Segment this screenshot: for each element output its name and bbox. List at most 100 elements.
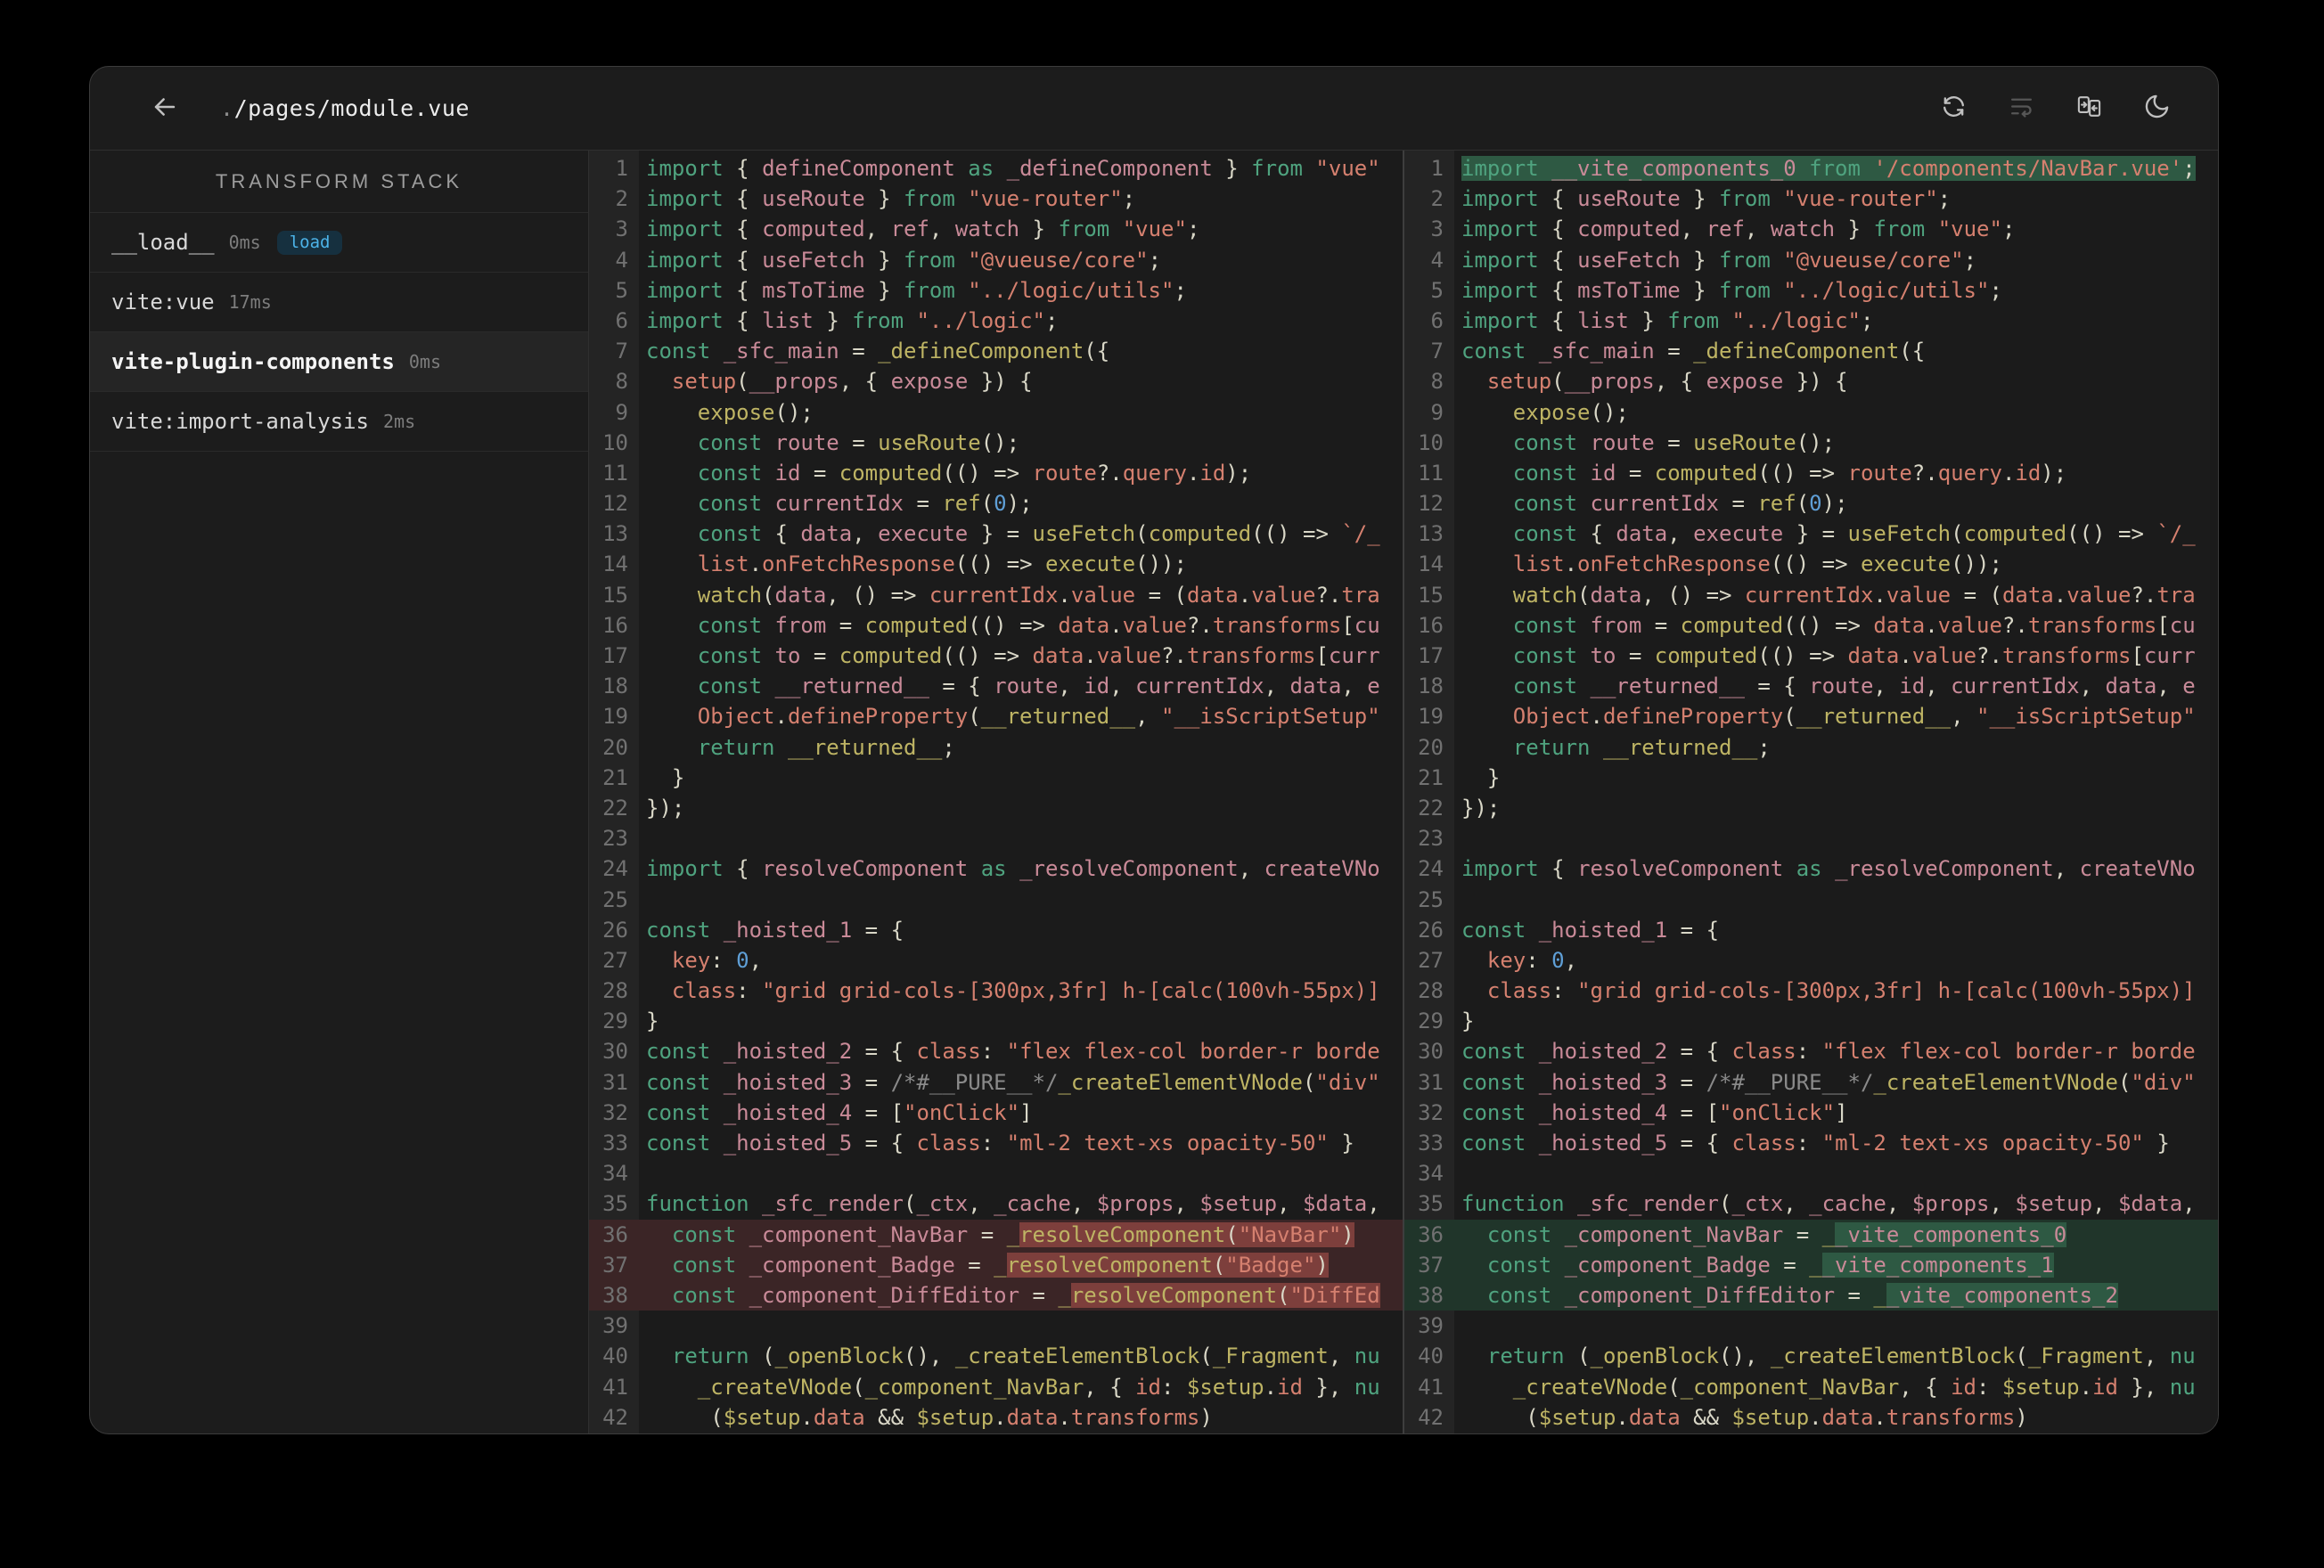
code-text: const route = useRoute(); [1512, 429, 1836, 455]
line-number: 23 [602, 826, 628, 852]
code-line: 11 const id = computed(() => route?.quer… [589, 458, 1403, 488]
line-wrap-button[interactable] [2006, 94, 2036, 124]
code-line: 29} [1404, 1006, 2218, 1036]
code-line: 39 [589, 1311, 1403, 1341]
line-wrap-icon [2008, 93, 2035, 124]
code-line: 18 const __returned__ = { route, id, cur… [1404, 671, 2218, 701]
code-line: 32 const _hoisted_4 = ["onClick"] [589, 1098, 1403, 1128]
line-number: 25 [602, 886, 628, 912]
code-text: import { useRoute } from "vue-router"; [1461, 186, 1952, 212]
sidebar-item-vite-plugin-components[interactable]: vite-plugin-components 0ms [90, 332, 588, 392]
line-number: 13 [602, 521, 628, 547]
line-number: 35 [602, 1191, 628, 1217]
line-number: 3 [615, 216, 628, 242]
dark-mode-button[interactable] [2141, 94, 2172, 124]
sidebar-item--load-[interactable]: __load__ 0ms load [90, 213, 588, 273]
line-number: 39 [602, 1313, 628, 1339]
code-text: const _hoisted_1 = { [646, 917, 904, 943]
plugin-name: vite:import-analysis [111, 409, 369, 434]
code-text: return (_openBlock(), _createElementBloc… [1486, 1343, 2196, 1369]
code-line: 36 const _component_NavBar = _resolveCom… [589, 1219, 1403, 1250]
line-number: 11 [602, 460, 628, 486]
code-line: 10 const route = useRoute(); [1404, 428, 2218, 458]
line-number: 8 [1430, 369, 1444, 395]
code-line: 13 const { data, execute } = useFetch(co… [589, 519, 1403, 549]
code-line: 23 [1404, 823, 2218, 853]
line-number: 19 [602, 704, 628, 730]
editor-after-panel[interactable]: 1 import __vite_components_0 from '/compo… [1404, 151, 2218, 1433]
code-text: list.onFetchResponse(() => execute()); [697, 551, 1187, 577]
code-text: const to = computed(() => data.value?.tr… [697, 643, 1380, 668]
code-line: 8 setup(__props, { expose }) { [1404, 366, 2218, 396]
plugin-name: vite:vue [111, 290, 215, 314]
line-number: 6 [1430, 307, 1444, 333]
code-text: const currentIdx = ref(0); [1512, 491, 1848, 517]
title-bar: ./pages/module.vue [90, 67, 2218, 151]
code-line: 27 key: 0, [589, 945, 1403, 976]
code-text: const _hoisted_5 = { class: "ml-2 text-x… [1461, 1131, 2170, 1156]
code-text: function _sfc_render(_ctx, _cache, $prop… [1461, 1191, 2196, 1217]
code-text: } [1461, 1009, 1475, 1034]
code-text: const { data, execute } = useFetch(compu… [1512, 521, 2196, 547]
code-line: 15 watch(data, () => currentIdx.value = … [1404, 580, 2218, 610]
line-number: 24 [602, 856, 628, 882]
code-text: const _hoisted_1 = { [1461, 917, 1720, 943]
code-text: import { msToTime } from "../logic/utils… [646, 277, 1187, 303]
line-number: 32 [1418, 1099, 1444, 1125]
transform-stack-header: TRANSFORM STACK [90, 151, 588, 213]
line-number: 37 [1418, 1252, 1444, 1278]
code-line: 33 const _hoisted_5 = { class: "ml-2 text… [589, 1128, 1403, 1158]
sidebar-item-vite-vue[interactable]: vite:vue 17ms [90, 273, 588, 332]
code-line: 31 const _hoisted_3 = /*#__PURE__*/_creat… [1404, 1067, 2218, 1098]
code-line: 26 const _hoisted_1 = { [1404, 915, 2218, 945]
code-text: }); [1461, 795, 1501, 821]
code-line: 41 _createVNode(_component_NavBar, { id:… [1404, 1372, 2218, 1402]
transform-stack-list: __load__ 0ms load vite:vue 17ms vite-plugin-c… [90, 213, 588, 452]
code-text: const _component_NavBar = __vite_compone… [1486, 1221, 2067, 1247]
refresh-button[interactable] [1938, 94, 1968, 124]
code-line: 20 return __returned__; [589, 732, 1403, 763]
code-line: 37 const _component_Badge = _resolveComp… [589, 1249, 1403, 1280]
compare-panels-button[interactable] [2074, 94, 2104, 124]
code-text: const _hoisted_2 = { class: "flex flex-c… [1461, 1039, 2196, 1065]
toolbar-actions [1938, 94, 2172, 124]
editor-before-panel[interactable]: 1 import { defineComponent as _defineComp… [589, 151, 1403, 1433]
line-number: 14 [1418, 551, 1444, 577]
code-text: class: "grid grid-cols-[300px,3fr] h-[ca… [1486, 978, 2196, 1004]
line-number: 7 [615, 339, 628, 364]
code-line: 4 import { useFetch } from "@vueuse/core"… [589, 245, 1403, 275]
main-area: TRANSFORM STACK __load__ 0ms load vite:vue 1… [90, 151, 2218, 1433]
plugin-time: 0ms [408, 351, 442, 372]
plugin-name: __load__ [111, 230, 215, 255]
code-line: 14 list.onFetchResponse(() => execute())… [589, 549, 1403, 579]
line-number: 20 [1418, 734, 1444, 760]
line-number: 18 [1418, 674, 1444, 699]
line-number: 5 [1430, 277, 1444, 303]
line-number: 40 [602, 1343, 628, 1369]
back-button[interactable] [147, 91, 183, 127]
code-line: 39 [1404, 1311, 2218, 1341]
code-line: 2 import { useRoute } from "vue-router"; [1404, 184, 2218, 214]
code-text: const _hoisted_5 = { class: "ml-2 text-x… [646, 1131, 1354, 1156]
code-text: } [646, 1009, 659, 1034]
code-line: 24 import { resolveComponent as _resolveC… [1404, 853, 2218, 884]
code-line: 11 const id = computed(() => route?.quer… [1404, 458, 2218, 488]
line-number: 33 [1418, 1131, 1444, 1156]
line-number: 31 [602, 1069, 628, 1095]
sidebar-item-vite-import-analysis[interactable]: vite:import-analysis 2ms [90, 392, 588, 452]
code-line: 23 [589, 823, 1403, 853]
arrow-left-icon [150, 92, 180, 126]
code-text: import { computed, ref, watch } from "vu… [1461, 216, 2016, 242]
line-number: 5 [615, 277, 628, 303]
code-line: 29} [589, 1006, 1403, 1036]
line-number: 42 [1418, 1404, 1444, 1430]
line-number: 29 [602, 1009, 628, 1034]
code-line: 24 import { resolveComponent as _resolveC… [589, 853, 1403, 884]
compare-panels-icon [2075, 93, 2103, 124]
code-text: key: 0, [671, 947, 763, 973]
line-number: 12 [1418, 491, 1444, 517]
code-line: 14 list.onFetchResponse(() => execute())… [1404, 549, 2218, 579]
code-text: expose(); [1512, 399, 1629, 425]
